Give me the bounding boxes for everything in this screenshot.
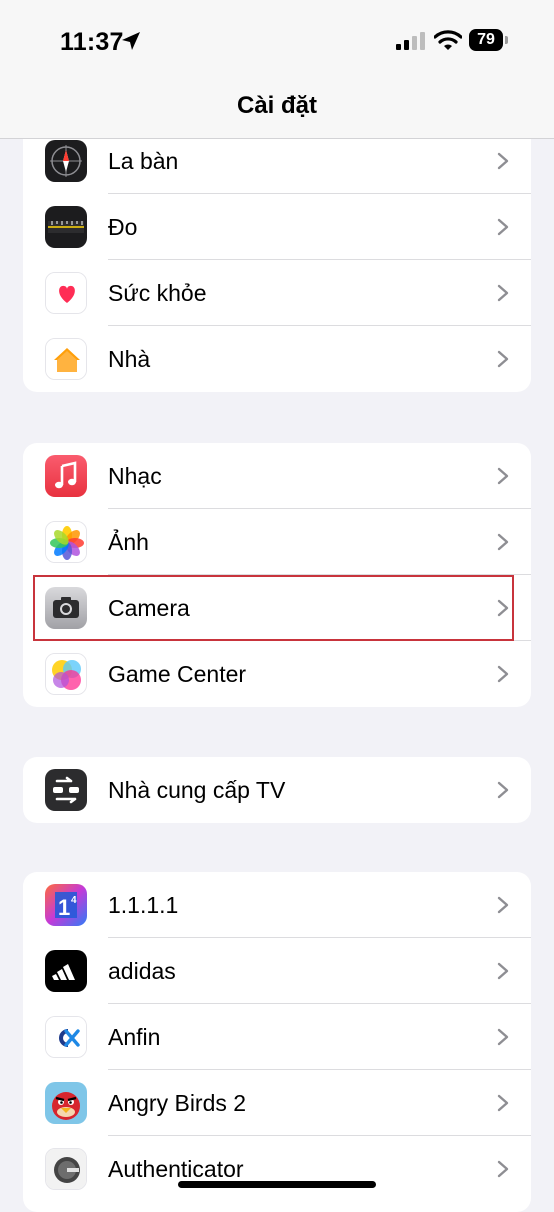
settings-row-label: Đo [108, 214, 138, 240]
home-indicator[interactable] [178, 1181, 376, 1188]
chevron-right-icon [497, 1094, 509, 1112]
settings-row-label: Game Center [108, 661, 247, 687]
chevron-right-icon [497, 533, 509, 551]
navigation-bar-overlay: Cài đặt [0, 84, 554, 139]
location-arrow-icon [122, 32, 140, 50]
chevron-right-icon [497, 218, 509, 236]
chevron-right-icon [497, 896, 509, 914]
settings-row-label: Nhà [108, 346, 151, 372]
health-icon [45, 272, 87, 314]
camera-highlight-box [33, 575, 514, 641]
settings-row-tv-provider[interactable]: Nhà cung cấp TV [23, 757, 531, 823]
1111-app-icon: 1 4 [45, 884, 87, 926]
photos-icon [45, 521, 87, 563]
settings-row-label: Ảnh [108, 529, 149, 555]
adidas-icon [45, 950, 87, 992]
game-center-icon [45, 653, 87, 695]
compass-icon [45, 140, 87, 182]
settings-row-angry-birds-2[interactable]: Angry Birds 2 [23, 1070, 531, 1136]
status-bar: 11:37 79 [0, 0, 554, 84]
settings-row-label: Authenticator [108, 1156, 244, 1182]
anfin-icon [45, 1016, 87, 1058]
settings-row-label: Anfin [108, 1024, 161, 1050]
chevron-right-icon [497, 665, 509, 683]
settings-row-1111[interactable]: 1 4 1.1.1.1 [23, 872, 531, 938]
status-time: 11:37 [60, 28, 124, 56]
settings-row-game-center[interactable]: Game Center [23, 641, 531, 707]
angry-birds-icon [45, 1082, 87, 1124]
chevron-right-icon [497, 1160, 509, 1178]
settings-row-label: 1.1.1.1 [108, 892, 179, 918]
settings-row-adidas[interactable]: adidas [23, 938, 531, 1004]
settings-row-label: Nhạc [108, 463, 162, 489]
chevron-right-icon [497, 781, 509, 799]
settings-row-health[interactable]: Sức khỏe [23, 260, 531, 326]
page-title: Cài đặt [236, 92, 317, 119]
chevron-right-icon [497, 284, 509, 302]
authenticator-icon [45, 1148, 87, 1190]
chevron-right-icon [497, 1028, 509, 1046]
battery-indicator: 79 [469, 29, 509, 51]
settings-group-utilities: La bàn Đo Sức khỏe Nhà [23, 120, 531, 392]
settings-row-home[interactable]: Nhà [23, 326, 531, 392]
settings-group-tv-provider: Nhà cung cấp TV [23, 757, 531, 823]
chevron-right-icon [497, 467, 509, 485]
settings-row-label: Angry Birds 2 [108, 1090, 247, 1116]
settings-row-music[interactable]: Nhạc [23, 443, 531, 509]
wifi-icon [434, 30, 462, 50]
chevron-right-icon [497, 152, 509, 170]
battery-percent: 79 [469, 29, 503, 51]
music-icon [45, 455, 87, 497]
settings-row-photos[interactable]: Ảnh [23, 509, 531, 575]
tv-provider-icon [45, 769, 87, 811]
svg-text:1: 1 [58, 895, 70, 920]
svg-text:4: 4 [71, 895, 77, 906]
settings-row-label: Nhà cung cấp TV [108, 777, 286, 803]
settings-row-measure[interactable]: Đo [23, 194, 531, 260]
chevron-right-icon [497, 350, 509, 368]
settings-row-authenticator[interactable]: Authenticator [23, 1136, 531, 1202]
settings-row-label: Sức khỏe [108, 280, 207, 306]
home-icon [45, 338, 87, 380]
settings-row-label: adidas [108, 958, 176, 984]
measure-icon [45, 206, 87, 248]
settings-group-third-party-apps: 1 4 1.1.1.1 adidas Anfin Angry Birds 2 A… [23, 872, 531, 1212]
cellular-signal-icon [396, 32, 425, 50]
chevron-right-icon [497, 962, 509, 980]
settings-row-anfin[interactable]: Anfin [23, 1004, 531, 1070]
